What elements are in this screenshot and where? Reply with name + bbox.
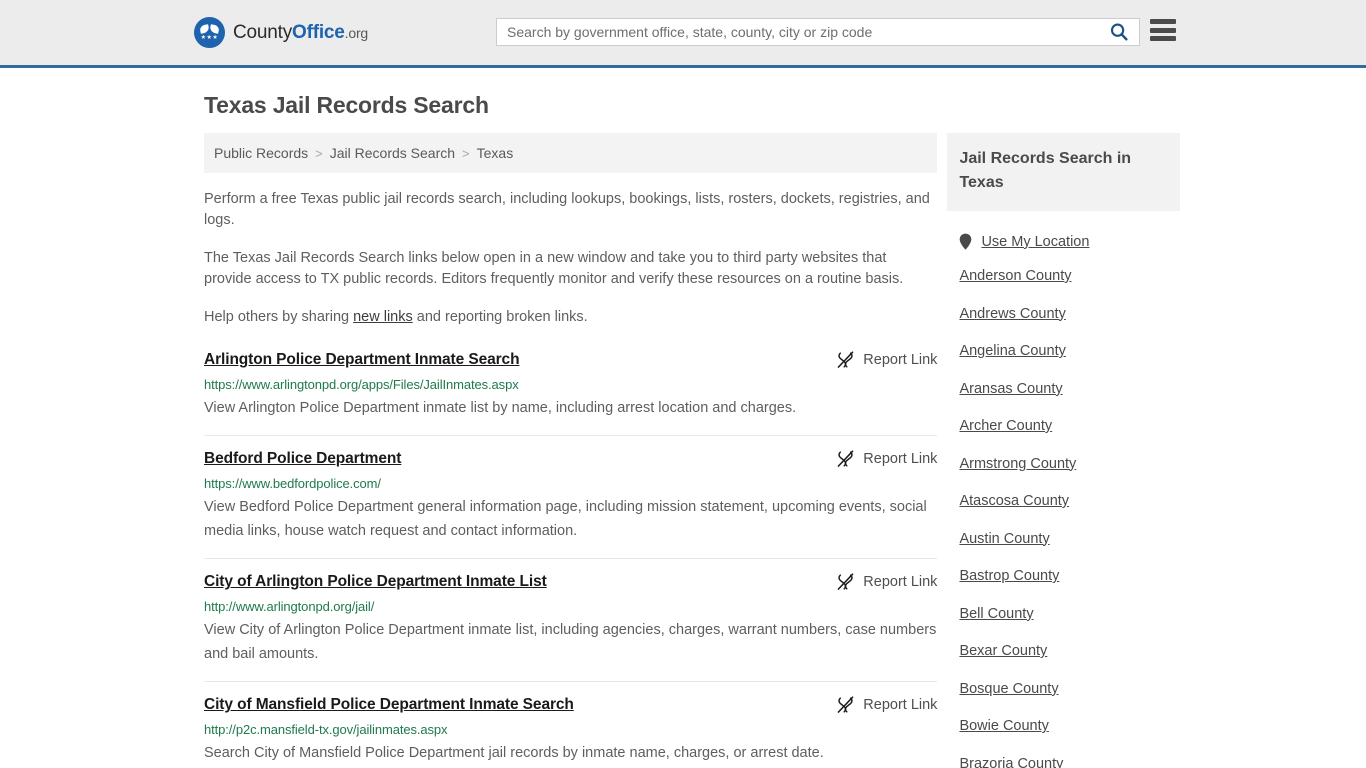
- brand-wordmark: CountyOffice.org: [233, 22, 368, 44]
- search-bar[interactable]: [496, 18, 1140, 46]
- result-url[interactable]: https://www.bedfordpolice.com/: [204, 475, 937, 492]
- page-container: Texas Jail Records Search Public Records…: [0, 92, 1366, 768]
- search-input[interactable]: [497, 24, 1105, 40]
- stars-icon: ★★★: [200, 35, 219, 41]
- broken-link-icon: [837, 450, 854, 467]
- county-link[interactable]: Aransas County: [959, 381, 1180, 397]
- search-button[interactable]: [1105, 22, 1139, 42]
- breadcrumb-item-texas: Texas: [476, 145, 514, 161]
- result-item: City of Mansfield Police Department Inma…: [204, 695, 937, 768]
- county-link[interactable]: Anderson County: [959, 268, 1180, 284]
- result-url[interactable]: http://www.arlingtonpd.org/jail/: [204, 598, 937, 615]
- result-header: Arlington Police Department Inmate Searc…: [204, 350, 937, 370]
- sidebar-heading: Jail Records Search in Texas: [947, 133, 1180, 211]
- county-link[interactable]: Archer County: [959, 418, 1180, 434]
- breadcrumb-separator: >: [462, 145, 470, 161]
- result-description: View Bedford Police Department general i…: [204, 499, 927, 539]
- result-title-link[interactable]: Arlington Police Department Inmate Searc…: [204, 350, 520, 370]
- intro-paragraph-1: Perform a free Texas public jail records…: [204, 191, 930, 228]
- brand-text-office: Office: [292, 21, 345, 43]
- main-column: Public Records > Jail Records Search > T…: [204, 133, 938, 768]
- hamburger-bar: [1150, 19, 1176, 24]
- use-my-location-label[interactable]: Use My Location: [981, 234, 1089, 250]
- site-logo[interactable]: ★★★ CountyOffice.org: [194, 17, 368, 48]
- intro-text-before: Help others by sharing: [204, 309, 354, 325]
- report-link-button[interactable]: Report Link: [836, 572, 937, 591]
- brand-text-county: County: [233, 21, 293, 43]
- report-link-label: Report Link: [863, 696, 938, 713]
- page-title: Texas Jail Records Search: [204, 92, 489, 118]
- intro-text-after: and reporting broken links.: [412, 309, 588, 325]
- eagle-icon: [200, 25, 219, 34]
- result-header: Bedford Police Department Report Link: [204, 449, 937, 469]
- report-link-button[interactable]: Report Link: [836, 449, 937, 468]
- breadcrumb: Public Records > Jail Records Search > T…: [204, 133, 938, 173]
- county-link[interactable]: Atascosa County: [959, 493, 1180, 509]
- county-link[interactable]: Bosque County: [959, 681, 1180, 697]
- result-item: Arlington Police Department Inmate Searc…: [204, 350, 938, 436]
- hamburger-bar: [1150, 27, 1176, 33]
- report-link-button[interactable]: Report Link: [836, 695, 937, 714]
- results-list: Arlington Police Department Inmate Searc…: [204, 350, 938, 768]
- content-columns: Public Records > Jail Records Search > T…: [186, 133, 1180, 768]
- result-item: Bedford Police Department Report Link http…: [204, 449, 938, 559]
- county-link[interactable]: Andrews County: [959, 306, 1180, 322]
- county-link[interactable]: Austin County: [959, 531, 1180, 547]
- report-link-label: Report Link: [863, 573, 938, 590]
- result-description: Search City of Mansfield Police Departme…: [204, 745, 824, 761]
- breadcrumb-separator: >: [315, 145, 323, 161]
- result-url[interactable]: https://www.arlingtonpd.org/apps/Files/J…: [204, 376, 937, 393]
- county-link[interactable]: Bexar County: [959, 643, 1180, 659]
- intro-paragraph-3: Help others by sharing new links and rep…: [204, 307, 937, 328]
- hamburger-menu-icon[interactable]: [1150, 19, 1176, 41]
- county-link[interactable]: Angelina County: [959, 343, 1180, 359]
- result-url[interactable]: http://p2c.mansfield-tx.gov/jailinmates.…: [204, 721, 937, 738]
- report-link-label: Report Link: [863, 450, 938, 467]
- intro-paragraph-2: The Texas Jail Records Search links belo…: [204, 250, 904, 287]
- broken-link-icon: [837, 351, 854, 368]
- report-link-button[interactable]: Report Link: [836, 350, 937, 369]
- new-links-link[interactable]: new links: [353, 309, 413, 325]
- result-title-link[interactable]: City of Mansfield Police Department Inma…: [204, 695, 574, 715]
- county-link[interactable]: Bastrop County: [959, 568, 1180, 584]
- result-header: City of Arlington Police Department Inma…: [204, 572, 937, 592]
- site-header: ★★★ CountyOffice.org: [0, 0, 1366, 68]
- county-link[interactable]: Bell County: [959, 606, 1180, 622]
- county-office-emblem-icon: ★★★: [194, 17, 225, 48]
- result-item: City of Arlington Police Department Inma…: [204, 572, 938, 682]
- search-icon: [1110, 23, 1128, 41]
- use-my-location-row[interactable]: Use My Location: [947, 233, 1180, 250]
- hamburger-bar: [1150, 36, 1176, 41]
- breadcrumb-item-jail-records-search[interactable]: Jail Records Search: [330, 145, 455, 161]
- report-link-label: Report Link: [863, 351, 938, 368]
- county-list: Anderson County Andrews County Angelina Co…: [947, 268, 1180, 768]
- brand-text-tld: .org: [344, 24, 369, 41]
- result-title-link[interactable]: Bedford Police Department: [204, 449, 401, 469]
- result-title-link[interactable]: City of Arlington Police Department Inma…: [204, 572, 547, 592]
- county-link[interactable]: Armstrong County: [959, 456, 1180, 472]
- result-description: View City of Arlington Police Department…: [204, 622, 937, 662]
- broken-link-icon: [837, 696, 854, 713]
- breadcrumb-item-public-records[interactable]: Public Records: [214, 145, 308, 161]
- county-link[interactable]: Bowie County: [959, 718, 1180, 734]
- result-description: View Arlington Police Department inmate …: [204, 400, 797, 416]
- sidebar: Jail Records Search in Texas Use My Loca…: [947, 133, 1180, 768]
- result-header: City of Mansfield Police Department Inma…: [204, 695, 937, 715]
- county-link[interactable]: Brazoria County: [959, 756, 1180, 768]
- broken-link-icon: [837, 573, 854, 590]
- map-pin-icon: [960, 233, 972, 250]
